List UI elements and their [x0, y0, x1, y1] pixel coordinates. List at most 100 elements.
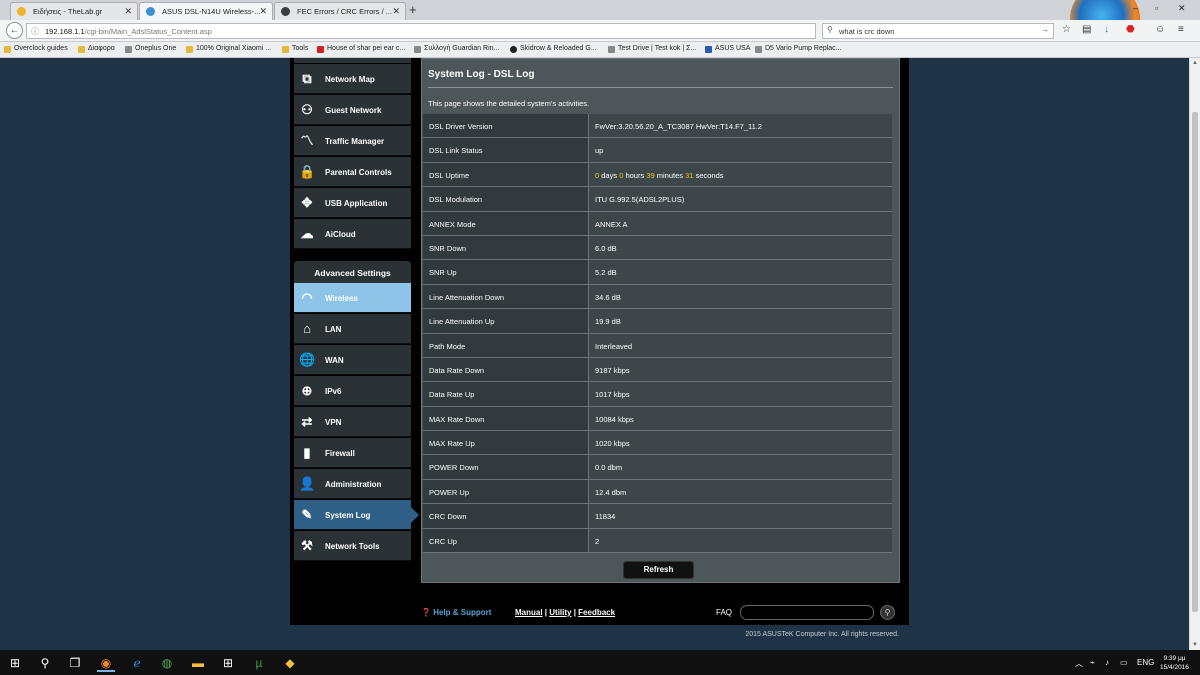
task-view-icon[interactable]: ❐ — [66, 654, 84, 672]
page-description: This page shows the detailed system's ac… — [428, 99, 590, 108]
scroll-thumb[interactable] — [1192, 112, 1198, 612]
utorrent-icon[interactable]: µ — [250, 654, 268, 672]
bookmark-item[interactable]: Overclock guides — [4, 45, 68, 53]
menu-item-administration[interactable]: 👤 Administration — [294, 469, 411, 499]
bookmark-item[interactable]: Tools — [282, 45, 308, 53]
menu-item-system-log[interactable]: ✎ System Log — [294, 500, 419, 530]
traffic-manager-icon: 〽 — [300, 133, 314, 148]
windows-start-icon[interactable]: ⊞ — [6, 654, 24, 672]
store-icon[interactable]: ⊞ — [219, 654, 237, 672]
minimize-icon[interactable]: – — [1133, 3, 1138, 13]
close-icon[interactable]: ✕ — [259, 6, 267, 17]
menu-icon[interactable]: ≡ — [1178, 24, 1184, 35]
bookmark-item[interactable]: Oneplus One — [125, 45, 176, 53]
language-indicator[interactable]: ENG — [1137, 658, 1154, 667]
url-host: 192.168.1.1 — [45, 27, 85, 36]
close-window-icon[interactable]: ✕ — [1178, 3, 1186, 14]
faq-search-button[interactable]: ⚲ — [880, 605, 895, 620]
browser-tab-bar: Ειδήσεις - TheLab.gr ✕ ASUS DSL-N14U Wir… — [0, 0, 1200, 54]
usb-application-icon: ✥ — [301, 195, 313, 210]
chrome-icon[interactable]: ◍ — [158, 654, 176, 672]
refresh-button[interactable]: Refresh — [623, 561, 694, 579]
scroll-down-icon[interactable]: ▼ — [1192, 642, 1198, 648]
menu-item-ipv6[interactable]: ⊕ IPv6 — [294, 376, 411, 406]
bookmark-item[interactable]: 100% Original Xiaomi ... — [186, 45, 271, 53]
menu-item-guest-network[interactable]: ⚇ Guest Network — [294, 95, 411, 125]
firefox-taskbar-icon[interactable]: ◉ — [97, 654, 115, 672]
bookmark-item[interactable]: D5 Vario Pump Replac... — [755, 45, 842, 53]
table-row: SNR Down 6.0 dB — [423, 235, 892, 261]
file-explorer-icon[interactable]: ▬ — [189, 654, 207, 672]
smiley-icon[interactable]: ☺ — [1155, 24, 1165, 35]
browser-tab-2[interactable]: ASUS DSL-N14U Wireless-... ✕ — [139, 2, 273, 20]
info-icon[interactable]: ⓘ — [31, 26, 39, 37]
menu-item-firewall[interactable]: ▮ Firewall — [294, 438, 411, 468]
table-row: CRC Up 2 — [423, 528, 892, 554]
close-icon[interactable]: ✕ — [392, 6, 400, 17]
menu-item-network-map[interactable]: ⧉ Network Map — [294, 64, 411, 94]
address-bar[interactable]: ⓘ 192.168.1.1/cgi-bin/Main_AdslStatus_Co… — [26, 23, 816, 39]
bookmark-item[interactable]: Συλλογή Guardian Rin... — [414, 45, 499, 53]
star-icon[interactable]: ☆ — [1062, 24, 1071, 35]
menu-item-wireless[interactable]: ◠ Wireless — [294, 283, 411, 313]
page-favicon-icon — [281, 7, 290, 16]
table-row: SNR Up 5.2 dB — [423, 260, 892, 285]
bookmark-item[interactable]: Test Drive | Test kok | Σ... — [608, 45, 696, 53]
menu-item-lan[interactable]: ⌂ LAN — [294, 314, 411, 344]
divider — [428, 87, 893, 88]
adblock-icon[interactable]: ⬣ — [1126, 24, 1135, 35]
volume-icon[interactable]: ♪ — [1105, 658, 1109, 667]
network-icon[interactable]: ⌁ — [1090, 658, 1095, 667]
table-row: POWER Down 0.0 dbm — [423, 455, 892, 480]
menu-item-wan[interactable]: 🌐 WAN — [294, 345, 411, 375]
bookmark-item[interactable]: ASUS USA — [705, 45, 750, 53]
arrow-left-icon: ← — [9, 25, 20, 36]
parental-controls-icon: 🔒 — [299, 164, 316, 179]
search-go-icon[interactable]: → — [1041, 25, 1049, 34]
reading-list-icon[interactable]: ▤ — [1082, 24, 1091, 35]
manual-link[interactable]: Manual — [515, 608, 543, 617]
browser-tab-3[interactable]: FEC Errors / CRC Errors / ... ✕ — [274, 2, 406, 20]
page-title: System Log - DSL Log — [428, 69, 535, 80]
search-icon: ⚲ — [827, 25, 833, 34]
page-scrollbar[interactable]: ▲ ▼ — [1189, 58, 1200, 650]
chevron-up-icon[interactable]: ︿ — [1075, 658, 1083, 669]
menu-item-parental-controls[interactable]: 🔒 Parental Controls — [294, 157, 411, 187]
menu-item-usb-application[interactable]: ✥ USB Application — [294, 188, 411, 218]
search-icon[interactable]: ⚲ — [36, 654, 54, 672]
bookmark-item[interactable]: Skidrow & Reloaded G... — [510, 45, 597, 53]
administration-icon: 👤 — [299, 476, 316, 491]
bookmark-item[interactable]: House of shar pei ear c... — [317, 45, 405, 53]
system-log-icon: ✎ — [301, 507, 313, 522]
faq-search-input[interactable] — [740, 605, 874, 620]
edge-icon[interactable]: ℯ — [128, 654, 146, 672]
clock[interactable]: 9:39 μμ 15/4/2016 — [1160, 654, 1189, 672]
search-input[interactable]: ⚲ what is crc down → — [822, 23, 1054, 39]
back-button[interactable]: ← — [6, 22, 23, 39]
table-row: ANNEX Mode ANNEX A — [423, 211, 892, 236]
table-row: Line Attenuation Down 34.6 dB — [423, 284, 892, 310]
menu-item-vpn[interactable]: ⇄ VPN — [294, 407, 411, 437]
url-path: /cgi-bin/Main_AdslStatus_Content.asp — [84, 27, 212, 36]
bookmarks-bar: Overclock guides Διαφορα Oneplus One 100… — [0, 42, 1200, 58]
menu-item-aicloud[interactable]: ☁ AiCloud — [294, 219, 411, 249]
uptime-value: 0 days 0 hours 39 minutes 31 seconds — [589, 162, 892, 187]
browser-tab-1[interactable]: Ειδήσεις - TheLab.gr ✕ — [10, 2, 138, 20]
scroll-up-icon[interactable]: ▲ — [1192, 60, 1198, 66]
feedback-link[interactable]: Feedback — [578, 608, 615, 617]
menu-item-traffic-manager[interactable]: 〽 Traffic Manager — [294, 126, 411, 156]
table-row: Data Rate Down 9187 kbps — [423, 357, 892, 383]
new-tab-button[interactable]: + — [409, 2, 417, 17]
search-icon: ⚲ — [884, 608, 891, 617]
utility-link[interactable]: Utility — [549, 608, 571, 617]
menu-item-network-tools[interactable]: ⚒ Network Tools — [294, 531, 411, 561]
notifications-icon[interactable]: ▭ — [1120, 658, 1128, 667]
help-support-link[interactable]: ❓ Help & Support — [421, 608, 491, 617]
bookmark-item[interactable]: Διαφορα — [78, 45, 115, 53]
general-menu-header — [294, 58, 411, 63]
download-icon[interactable]: ↓ — [1104, 24, 1109, 35]
table-row: DSL Modulation ITU G.992.5(ADSL2PLUS) — [423, 187, 892, 212]
app-icon[interactable]: ◆ — [281, 654, 299, 672]
close-icon[interactable]: ✕ — [124, 6, 132, 17]
maximize-icon[interactable]: ▫ — [1155, 3, 1158, 13]
